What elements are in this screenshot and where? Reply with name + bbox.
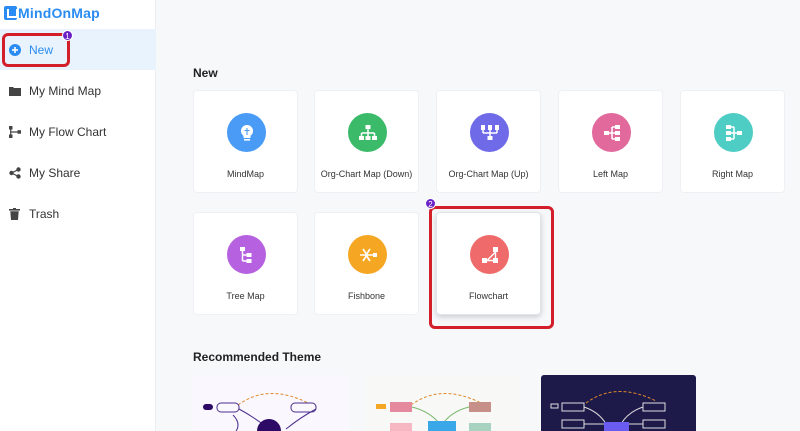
sidebar-item-my-share[interactable]: My Share [0, 152, 156, 193]
sidebar-item-label: My Mind Map [29, 83, 102, 98]
template-fishbone[interactable]: Fishbone [314, 212, 419, 315]
fishbone-icon [348, 235, 387, 274]
folder-icon [8, 84, 21, 97]
template-right-map[interactable]: Right Map [680, 90, 785, 193]
logo-text: MindOnMap [18, 5, 100, 21]
sidebar-item-my-flow-chart[interactable]: My Flow Chart [0, 111, 156, 152]
theme-card-3[interactable] [541, 375, 696, 431]
sidebar-item-label: Trash [29, 206, 60, 221]
template-tree-map[interactable]: Tree Map [193, 212, 298, 315]
template-org-chart-down[interactable]: Org-Chart Map (Down) [314, 90, 419, 193]
sidebar-item-label: My Flow Chart [29, 124, 107, 139]
logo-icon [4, 6, 18, 20]
sidebar-item-label: My Share [29, 165, 81, 180]
theme-preview-2 [376, 393, 491, 431]
theme-card-1[interactable] [193, 375, 348, 431]
template-label: Tree Map [226, 291, 265, 301]
share-icon [8, 166, 21, 179]
new-section-title: New [193, 66, 218, 80]
recommended-section-title: Recommended Theme [193, 350, 322, 364]
template-label: Fishbone [347, 291, 386, 301]
template-label: Right Map [711, 169, 754, 179]
app-logo[interactable]: MindOnMap [4, 4, 100, 22]
template-label: Left Map [592, 169, 629, 179]
template-mindmap[interactable]: MindMap [193, 90, 298, 193]
lightbulb-icon [227, 113, 266, 152]
template-org-chart-up[interactable]: Org-Chart Map (Up) [436, 90, 541, 193]
sidebar-item-my-mind-map[interactable]: My Mind Map [0, 70, 156, 111]
template-label: Org-Chart Map (Down) [320, 169, 413, 179]
org-chart-up-icon [470, 113, 509, 152]
template-label: MindMap [226, 169, 264, 179]
trash-icon [8, 207, 21, 220]
template-left-map[interactable]: Left Map [558, 90, 663, 193]
theme-preview-3 [550, 391, 666, 431]
step-badge-2: 2 [425, 198, 436, 209]
highlight-flowchart [429, 206, 554, 329]
right-map-icon [714, 113, 753, 152]
step-badge-1: 1 [62, 30, 73, 41]
highlight-new [2, 33, 70, 67]
theme-preview-1 [203, 393, 317, 431]
left-map-icon [592, 113, 631, 152]
org-chart-down-icon [348, 113, 387, 152]
tree-map-icon [227, 235, 266, 274]
theme-card-2[interactable] [366, 375, 521, 431]
sidebar-item-trash[interactable]: Trash [0, 193, 156, 234]
template-label: Org-Chart Map (Up) [448, 169, 529, 179]
flowchart-icon [8, 125, 21, 138]
